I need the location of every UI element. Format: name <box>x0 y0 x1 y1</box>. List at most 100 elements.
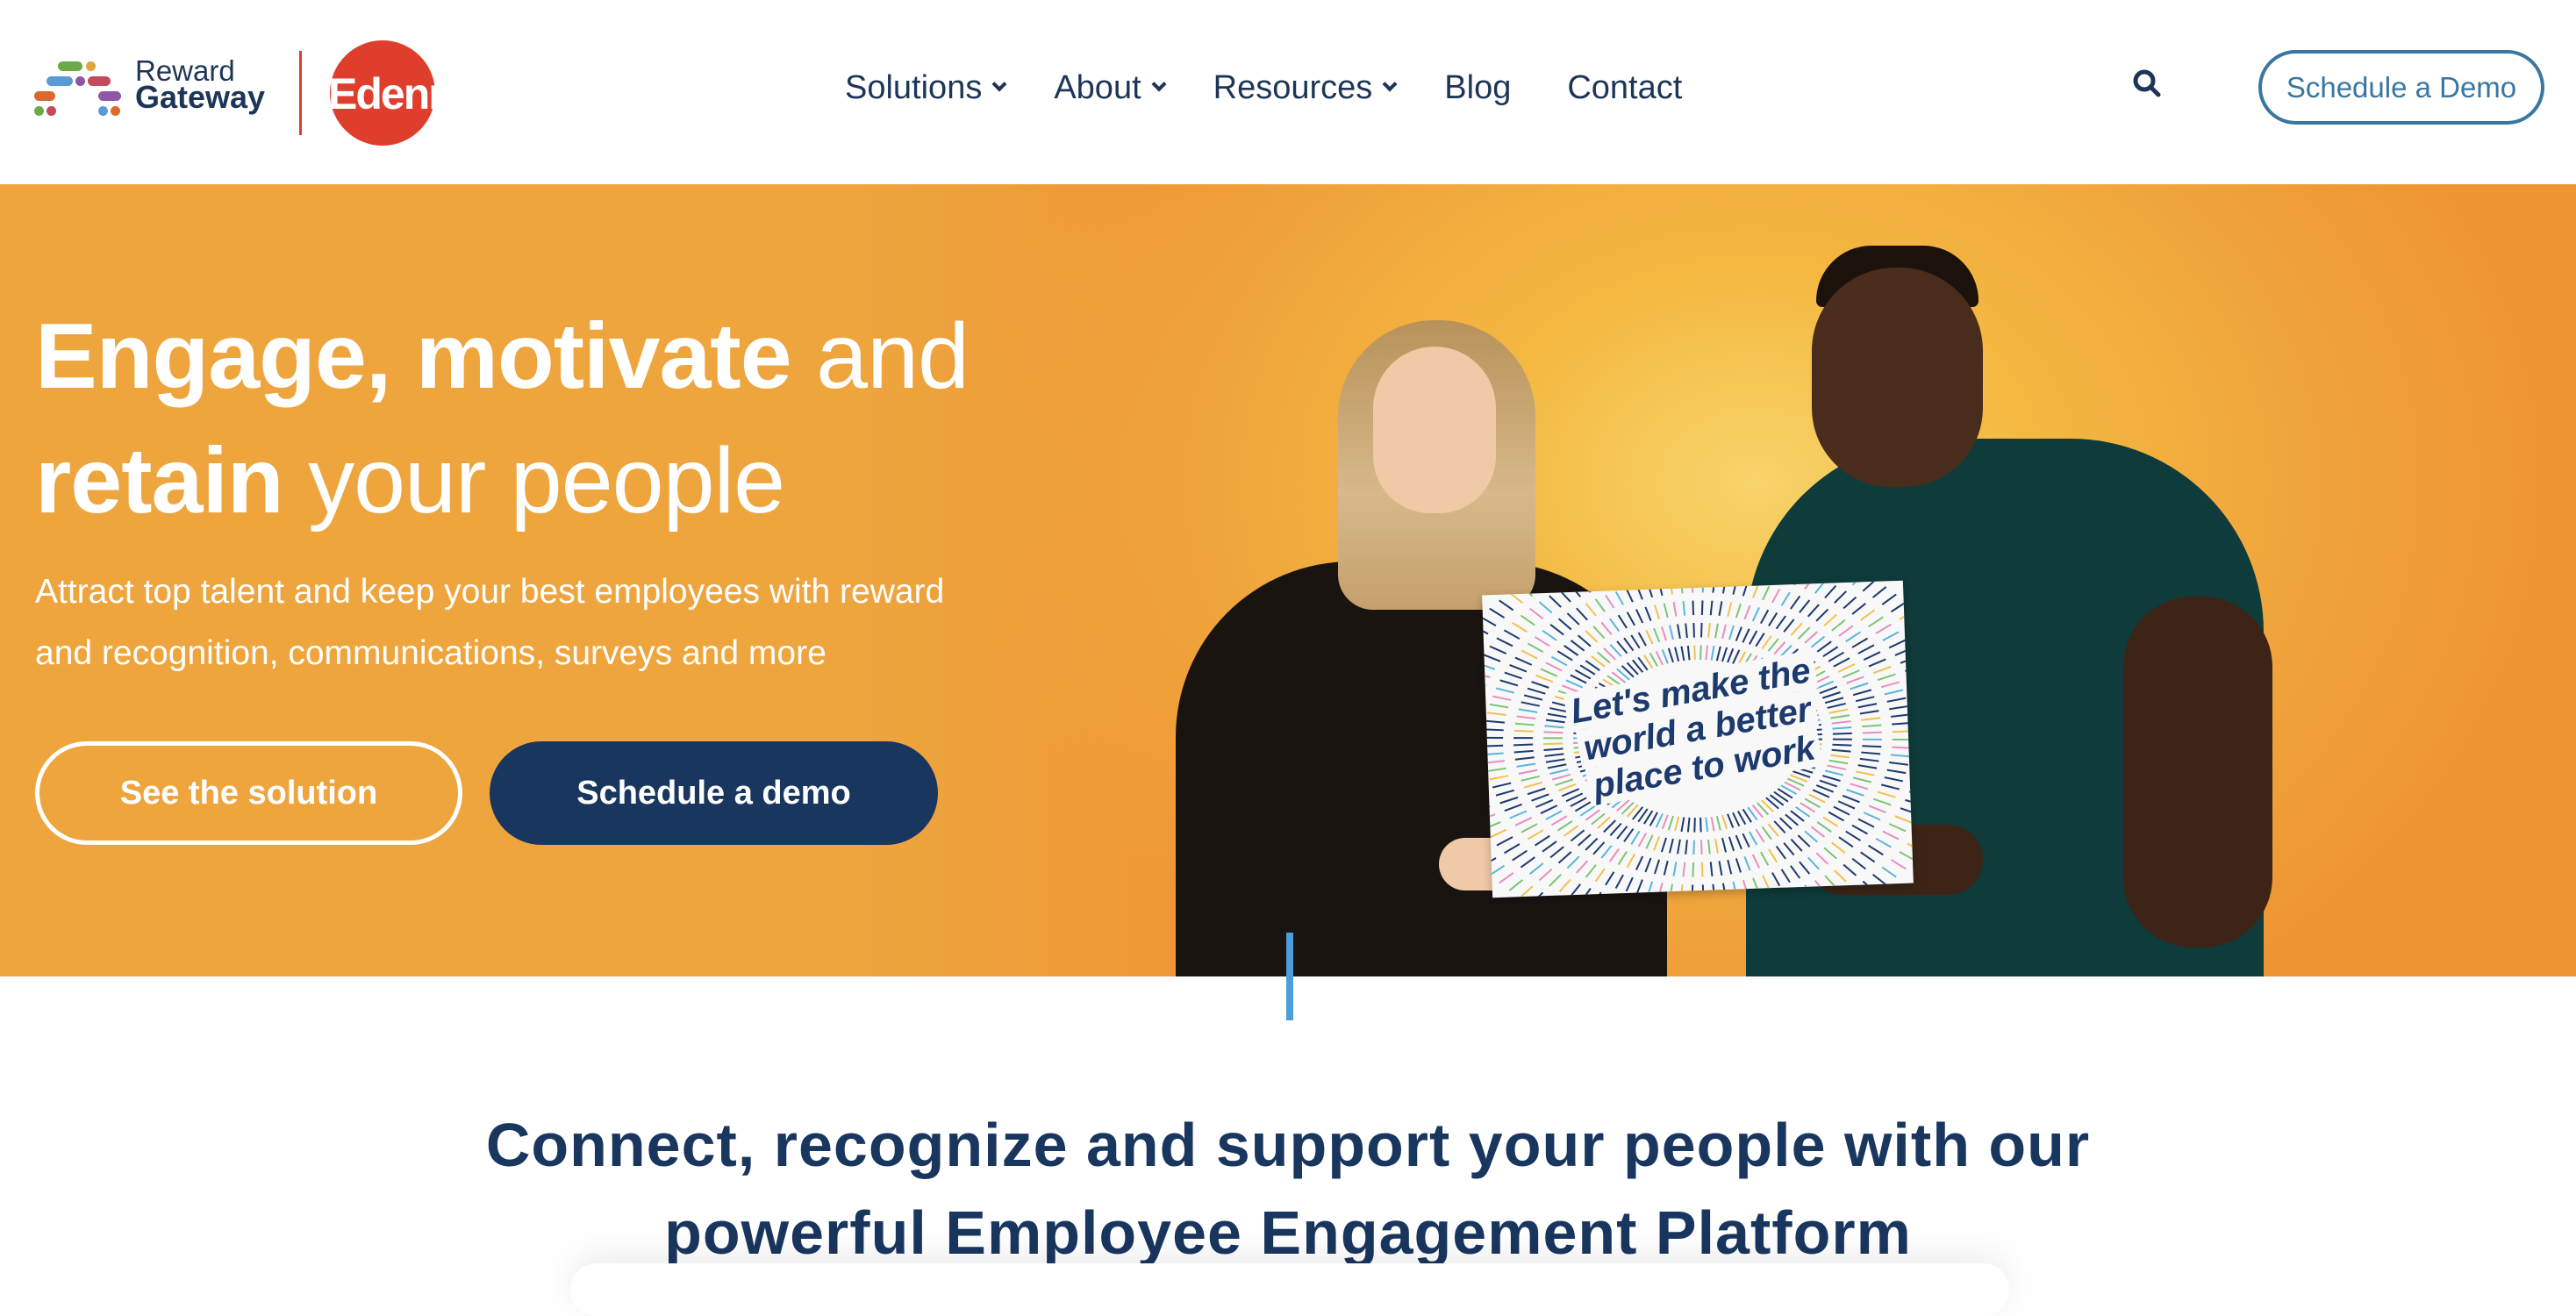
sign-ray <box>1636 880 1642 894</box>
reward-gateway-edenred-logo[interactable]: Reward Gateway Edenred <box>32 51 505 139</box>
sign-ray <box>1784 619 1794 632</box>
chevron-down-icon <box>1151 77 1166 92</box>
sign-ray <box>1509 592 1522 604</box>
sign-ray <box>1482 617 1496 626</box>
sign-ray <box>1816 784 1833 792</box>
sign-ray <box>1756 633 1764 647</box>
sign-ray <box>1721 647 1727 662</box>
sign-ray <box>1490 830 1506 838</box>
sign-ray <box>1720 861 1722 875</box>
sign-ray <box>1707 623 1710 637</box>
sign-ray <box>1876 625 1892 633</box>
sign-ray <box>1513 622 1528 633</box>
sign-ray <box>1772 872 1779 886</box>
sign-ray <box>1763 876 1769 890</box>
chevron-down-icon <box>992 77 1007 92</box>
nav-resources[interactable]: Resources <box>1213 69 1396 107</box>
sign-ray <box>1694 818 1696 833</box>
sign-ray <box>1596 599 1605 612</box>
nav-solutions[interactable]: Solutions <box>845 69 1005 107</box>
sign-ray <box>1839 626 1854 636</box>
sign-ray <box>1673 862 1677 876</box>
sign-ray <box>1592 581 1600 589</box>
sign-ray <box>1843 864 1856 876</box>
sign-ray <box>1675 647 1678 662</box>
sign-ray <box>1585 839 1598 850</box>
sign-ray <box>1882 594 1897 604</box>
sign-ray <box>1551 656 1566 666</box>
sign-ray <box>1834 806 1850 815</box>
sign-ray <box>1645 858 1651 872</box>
sign-ray <box>1535 636 1549 647</box>
sign-ray <box>1662 815 1668 829</box>
sign-ray <box>1595 869 1605 882</box>
sign-ray <box>1664 604 1668 618</box>
sign-ray <box>1499 873 1513 883</box>
sign-ray <box>1702 862 1703 876</box>
sign-ray <box>1684 601 1685 616</box>
sign-ray <box>1646 835 1653 849</box>
sign-ray <box>1824 614 1837 626</box>
sign-ray <box>1528 830 1543 839</box>
sign-ray <box>1688 646 1690 661</box>
sign-ray <box>1850 783 1868 790</box>
content-card-edge <box>570 1263 2009 1316</box>
sign-ray <box>1549 875 1561 886</box>
sign-ray <box>1606 595 1614 608</box>
sign-ray <box>1645 607 1650 621</box>
nav-blog[interactable]: Blog <box>1444 69 1511 107</box>
sign-ray <box>1531 681 1549 688</box>
sign-ray <box>1845 632 1860 641</box>
sign-ray <box>1685 624 1687 639</box>
heading-light-1: and <box>791 304 969 408</box>
sign-ray <box>1744 605 1750 619</box>
woman-face <box>1373 347 1496 513</box>
sign-ray <box>1708 840 1710 855</box>
nav-contact[interactable]: Contact <box>1567 69 1682 107</box>
sign-ray <box>1616 591 1623 605</box>
schedule-demo-header-button[interactable]: Schedule a Demo <box>2258 50 2544 125</box>
sign-ray <box>1593 626 1604 639</box>
sign-ray <box>1669 839 1673 853</box>
sign-ray <box>1828 765 1846 770</box>
sign-ray <box>1694 646 1695 660</box>
sign-ray <box>1791 839 1801 851</box>
sign-ray <box>1670 626 1673 640</box>
sign-ray <box>1610 619 1619 632</box>
sign-ray <box>1551 816 1567 825</box>
sign-ray <box>1646 630 1652 644</box>
sign-ray <box>1742 833 1749 848</box>
sign-ray <box>1585 865 1596 877</box>
sign-ray <box>1549 596 1561 608</box>
nav-about[interactable]: About <box>1054 69 1163 107</box>
sign-ray <box>1723 883 1726 898</box>
sign-ray <box>1521 824 1538 833</box>
sign-ray <box>1876 838 1891 848</box>
see-solution-button[interactable]: See the solution <box>35 741 462 845</box>
sign-ray <box>1776 616 1785 629</box>
sign-ray <box>1762 826 1771 840</box>
sign-ray <box>1638 833 1646 847</box>
sign-ray <box>1627 588 1633 602</box>
sign-ray <box>1670 884 1673 898</box>
sign-ray <box>1635 856 1642 870</box>
sign-ray <box>1858 819 1874 827</box>
sign-ray <box>1872 587 1886 597</box>
search-icon[interactable] <box>2132 68 2162 98</box>
sign-ray <box>1624 829 1634 842</box>
sign-ray <box>1736 858 1741 872</box>
logo-divider <box>299 51 302 135</box>
sign-ray <box>1813 790 1829 798</box>
edenred-part2: red <box>428 69 491 118</box>
sign-ray <box>1701 600 1703 615</box>
reward-gateway-dots-icon <box>32 61 128 114</box>
sign-ray <box>1711 862 1713 876</box>
sign-ray <box>1628 612 1635 626</box>
sign-ray <box>1719 601 1722 615</box>
sign-ray <box>1609 848 1619 862</box>
sign-ray <box>1831 620 1845 631</box>
heading-bold-1: Engage, motivate <box>35 304 791 408</box>
schedule-demo-button[interactable]: Schedule a demo <box>490 741 938 845</box>
sign-ray <box>1482 662 1495 669</box>
sign-ray <box>1692 885 1693 898</box>
